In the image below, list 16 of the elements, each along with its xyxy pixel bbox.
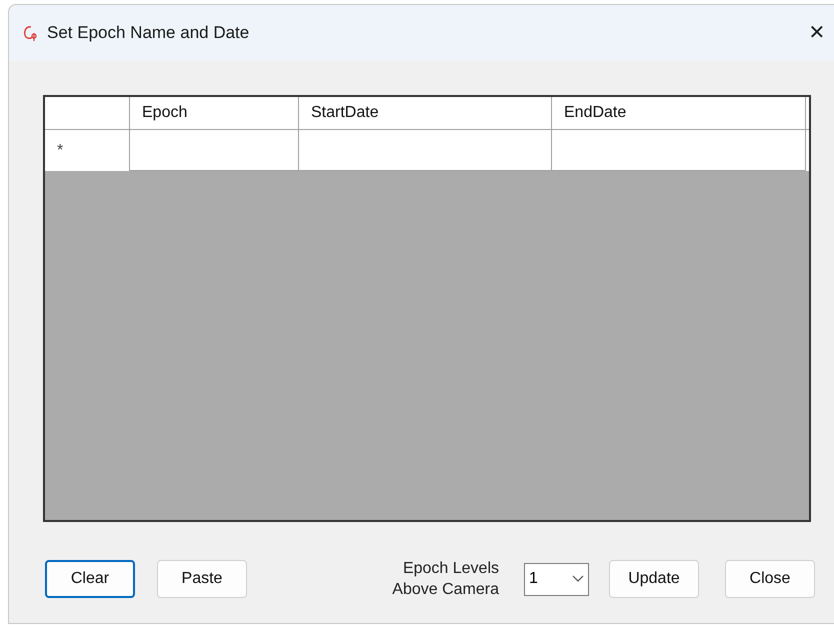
window-title: Set Epoch Name and Date	[47, 22, 250, 44]
action-button[interactable]: Close	[725, 560, 815, 598]
action-button[interactable]: Clear	[45, 560, 135, 598]
table-cell[interactable]	[552, 130, 806, 171]
levels-label: Above Camera	[392, 580, 499, 600]
levels-label: Epoch Levels	[402, 559, 499, 579]
column-header[interactable]: StartDate	[299, 97, 552, 129]
table-cell[interactable]	[130, 130, 299, 171]
column-header[interactable]: EndDate	[552, 97, 806, 129]
levels-dropdown[interactable]: 1	[524, 562, 589, 596]
chevron-down-icon	[572, 575, 584, 583]
action-button[interactable]: Update	[609, 560, 699, 598]
close-button[interactable]: ✕	[797, 13, 834, 53]
column-header[interactable]: Epoch	[130, 97, 299, 129]
table-cell[interactable]	[299, 130, 552, 171]
action-button[interactable]: Paste	[157, 560, 247, 598]
